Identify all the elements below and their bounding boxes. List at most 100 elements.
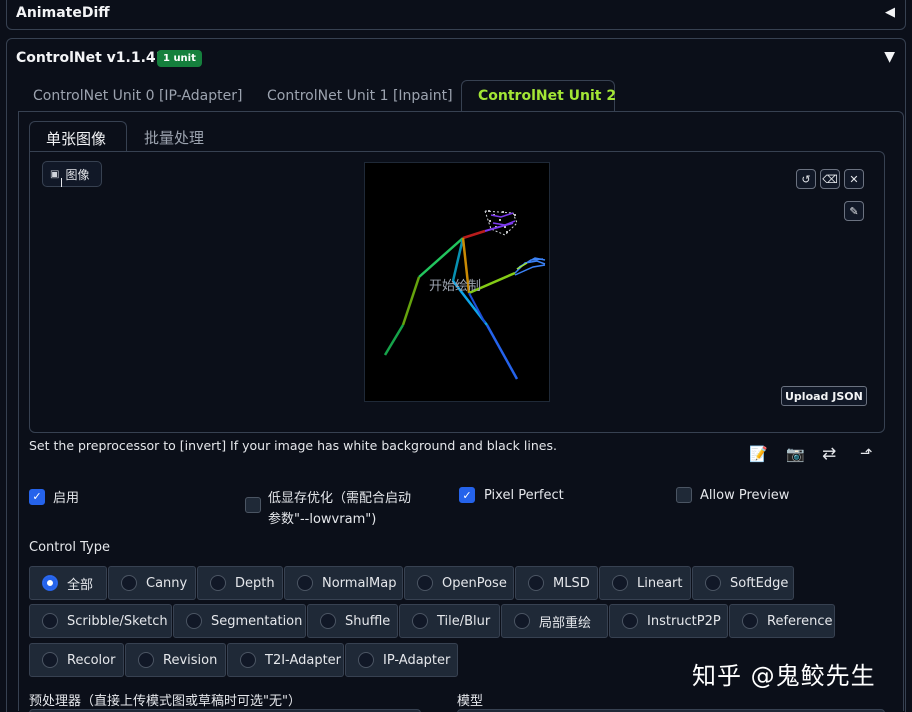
image-label-chip: ▣ 图像 (42, 161, 102, 187)
watermark: 知乎 @鬼鲛先生 (692, 662, 876, 690)
radio-dot (240, 652, 256, 668)
radio-dot (297, 575, 313, 591)
radio-dot (320, 613, 336, 629)
radio-dot (412, 613, 428, 629)
preprocessor-hint: Set the preprocessor to [invert] If your… (29, 438, 557, 453)
control-type-option-scribble[interactable]: Scribble/Sketch (29, 604, 172, 638)
radio-dot (612, 575, 628, 591)
control-type-option-normalmap[interactable]: NormalMap (284, 566, 403, 600)
radio-dot (742, 613, 758, 629)
expand-down-triangle-icon[interactable]: ▼ (884, 49, 895, 65)
control-type-option-reference[interactable]: Reference (729, 604, 835, 638)
control-type-option-lineart[interactable]: Lineart (599, 566, 691, 600)
tab-single-image-label: 单张图像 (46, 130, 107, 148)
radio-dot (514, 613, 530, 629)
image-label: 图像 (65, 167, 90, 182)
option-label: Revision (163, 652, 218, 668)
radio-dot (138, 652, 154, 668)
tab-batch[interactable]: 批量处理 (144, 127, 204, 148)
control-type-option-ip-adapter[interactable]: IP-Adapter (345, 643, 458, 677)
option-label: Shuffle (345, 613, 391, 629)
control-type-option-inpaint[interactable]: 局部重绘 (501, 604, 608, 638)
eraser-icon[interactable]: ⌫ (820, 169, 840, 189)
tab-controlnet-unit-2[interactable]: ControlNet Unit 2 (461, 80, 617, 112)
lowvram-checkbox[interactable] (245, 497, 261, 513)
control-type-option-t2i-adapter[interactable]: T2I-Adapter (227, 643, 344, 677)
control-type-option-instructp2p[interactable]: InstructP2P (609, 604, 728, 638)
close-icon[interactable]: ✕ (844, 169, 864, 189)
tab-single-image[interactable]: 单张图像 (29, 121, 127, 152)
unit-count-badge: 1 unit (157, 50, 202, 67)
enable-label: 启用 (53, 491, 80, 506)
control-type-option-revision[interactable]: Revision (125, 643, 226, 677)
option-label: MLSD (553, 575, 590, 591)
control-type-option-canny[interactable]: Canny (108, 566, 196, 600)
control-type-option-openpose[interactable]: OpenPose (404, 566, 514, 600)
collapse-left-triangle-icon[interactable]: ◀ (885, 5, 895, 20)
pixel-perfect-label: Pixel Perfect (484, 487, 564, 503)
reset-icon[interactable]: ↺ (796, 169, 816, 189)
enable-checkbox[interactable]: ✓ (29, 488, 45, 505)
send-dimensions-icon[interactable]: ⬏ (860, 444, 873, 462)
tab-controlnet-unit-1[interactable]: ControlNet Unit 1 [Inpaint] (267, 88, 453, 104)
option-label: T2I-Adapter (265, 652, 342, 668)
brush-icon[interactable]: ✎ (844, 201, 864, 221)
control-type-option-softedge[interactable]: SoftEdge (692, 566, 794, 600)
control-type-option-depth[interactable]: Depth (197, 566, 283, 600)
pose-right-hand (514, 257, 546, 276)
text-cursor (61, 178, 62, 187)
option-label: IP-Adapter (383, 652, 451, 668)
option-label: Canny (146, 575, 188, 591)
edit-note-icon[interactable]: 📝 (749, 445, 768, 463)
animatediff-panel[interactable]: AnimateDiff ◀ (6, 0, 906, 30)
radio-dot (186, 613, 202, 629)
control-type-label: Control Type (29, 540, 110, 555)
option-label: 局部重绘 (539, 615, 592, 631)
radio-dot (705, 575, 721, 591)
option-label: InstructP2P (647, 613, 721, 629)
tab-controlnet-unit-2-label: ControlNet Unit 2 (478, 88, 617, 104)
radio-dot (42, 575, 58, 591)
pixel-perfect-checkbox[interactable]: ✓ (459, 487, 475, 503)
option-label: OpenPose (442, 575, 507, 591)
option-label: Depth (235, 575, 275, 591)
tab-controlnet-unit-0[interactable]: ControlNet Unit 0 [IP-Adapter] (33, 88, 242, 104)
enable-checkbox-row[interactable]: ✓ 启用 (29, 487, 79, 506)
lowvram-checkbox-row[interactable]: 低显存优化（需配合启动 参数"--lowvram") (245, 487, 445, 527)
option-label: SoftEdge (730, 575, 789, 591)
control-type-option-mlsd[interactable]: MLSD (515, 566, 598, 600)
pixel-perfect-checkbox-row[interactable]: ✓ Pixel Perfect (459, 487, 564, 503)
control-type-option-shuffle[interactable]: Shuffle (307, 604, 398, 638)
upload-json-label: Upload JSON (785, 389, 863, 403)
option-label: Tile/Blur (437, 613, 491, 629)
lowvram-label-line2: 参数"--lowvram") (268, 512, 377, 527)
option-label: Segmentation (211, 613, 303, 629)
pose-canvas[interactable]: 开始绘制 (364, 162, 550, 402)
preprocessor-label: 预处理器（直接上传模式图或草稿时可选"无"） (29, 694, 301, 709)
radio-dot (528, 575, 544, 591)
swap-icon[interactable]: ⇄ (822, 444, 836, 464)
option-label: Reference (767, 613, 833, 629)
option-label: Recolor (67, 652, 116, 668)
allow-preview-checkbox-row[interactable]: Allow Preview (676, 487, 789, 503)
option-label: 全部 (67, 577, 94, 593)
controlnet-title: ControlNet v1.1.419 (16, 50, 176, 66)
canvas-overlay-text: 开始绘制 (429, 279, 482, 294)
control-type-option-all[interactable]: 全部 (29, 566, 107, 600)
radio-dot (121, 575, 137, 591)
option-label: Lineart (637, 575, 683, 591)
control-type-option-tile-blur[interactable]: Tile/Blur (399, 604, 500, 638)
model-label: 模型 (457, 694, 484, 709)
lowvram-label-line1: 低显存优化（需配合启动 (268, 491, 412, 506)
control-type-option-segmentation[interactable]: Segmentation (173, 604, 306, 638)
radio-dot (358, 652, 374, 668)
allow-preview-checkbox[interactable] (676, 487, 692, 503)
radio-dot (42, 652, 58, 668)
image-icon: ▣ (50, 168, 60, 180)
upload-json-button[interactable]: Upload JSON (781, 386, 867, 406)
camera-icon[interactable]: 📷 (786, 445, 805, 463)
control-type-option-recolor[interactable]: Recolor (29, 643, 124, 677)
option-label: Scribble/Sketch (67, 613, 168, 629)
radio-dot (417, 575, 433, 591)
image-input-area[interactable]: ▣ 图像 开始绘制 ↺ ⌫ ✕ ✎ Upload JSON (29, 151, 885, 433)
